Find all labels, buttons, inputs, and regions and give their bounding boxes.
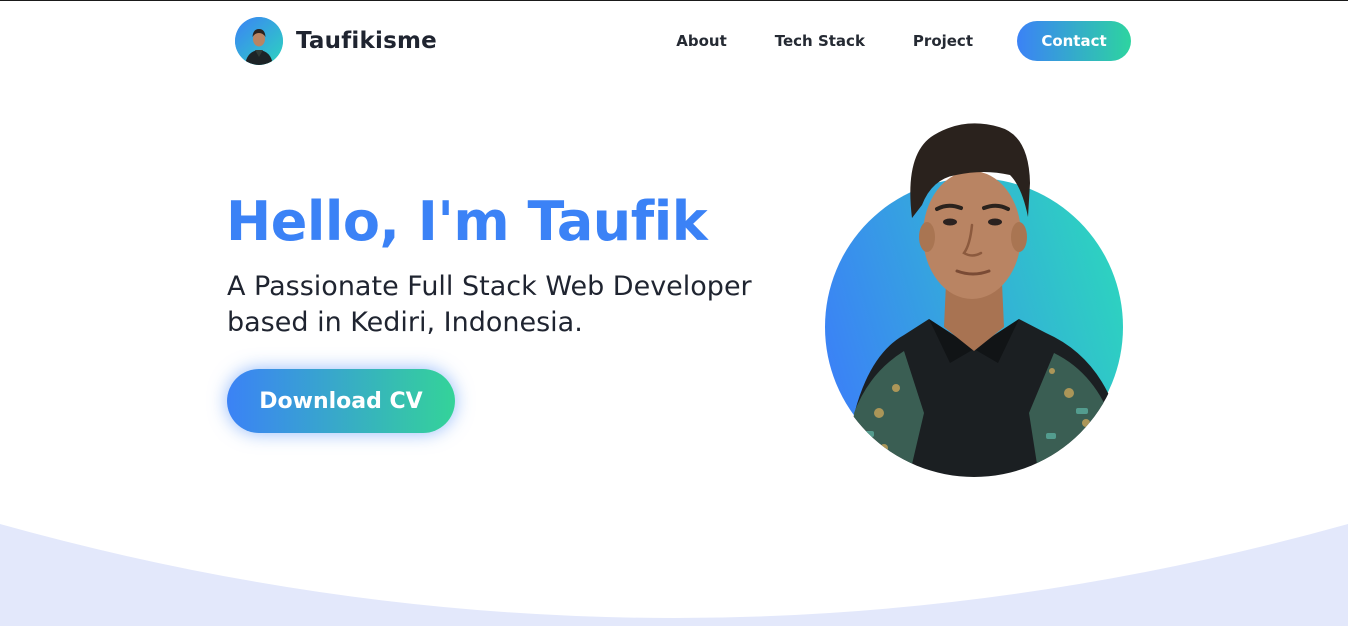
page: Taufikisme About Tech Stack Project Cont… <box>0 0 1348 626</box>
nav-menu: About Tech Stack Project Contact <box>676 21 1131 61</box>
avatar-icon <box>235 17 283 65</box>
contact-button[interactable]: Contact <box>1017 21 1131 61</box>
nav-link-about[interactable]: About <box>676 32 727 50</box>
portrait-icon <box>825 123 1124 477</box>
nav-link-tech-stack[interactable]: Tech Stack <box>775 32 865 50</box>
navbar: Taufikisme About Tech Stack Project Cont… <box>0 1 1348 81</box>
download-cv-button[interactable]: Download CV <box>227 369 455 433</box>
hero-greeting: Hello, I'm Taufik <box>226 190 708 253</box>
hero-subtitle: A Passionate Full Stack Web Developer ba… <box>227 271 752 338</box>
brand-link[interactable]: Taufikisme <box>235 17 437 65</box>
bottom-wave <box>0 524 1348 626</box>
brand-name: Taufikisme <box>296 28 437 54</box>
nav-link-project[interactable]: Project <box>913 32 973 50</box>
